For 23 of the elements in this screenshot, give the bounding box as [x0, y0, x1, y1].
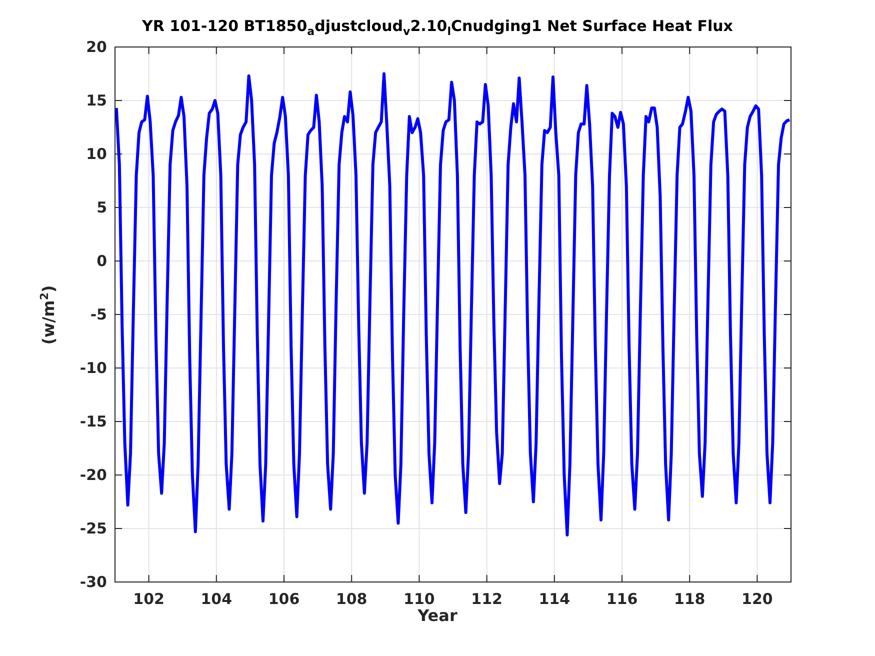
tick-label: -20	[80, 466, 107, 484]
tick-label: 110	[404, 590, 435, 608]
tick-label: -15	[80, 412, 107, 430]
tick-label: -10	[80, 359, 107, 377]
tick-label: 10	[86, 145, 107, 163]
tick-label: -25	[80, 520, 107, 538]
tick-label: 114	[538, 590, 570, 608]
axis-label: Year	[418, 606, 458, 625]
tick-label: 118	[674, 590, 706, 608]
tick-label: 102	[133, 590, 164, 608]
tick-label: -5	[90, 306, 107, 324]
tick-label: 15	[86, 92, 107, 110]
tick-label: 108	[336, 590, 368, 608]
tick-label: -30	[80, 573, 107, 591]
tick-label: 104	[200, 590, 232, 608]
chart-title: YR 101-120 BT1850$_{a}$djustcloud$_{v}$2.10$_{l}$Cnudging1 Net Surface Heat Flux	[141, 18, 734, 38]
tick-label: 0	[96, 252, 107, 270]
tick-label: 20	[86, 38, 107, 56]
tick-label: 116	[606, 590, 638, 608]
tick-label: 120	[742, 590, 773, 608]
tick-label: 5	[96, 198, 107, 216]
tick-label: 106	[268, 590, 300, 608]
tick-label: 112	[471, 590, 502, 608]
